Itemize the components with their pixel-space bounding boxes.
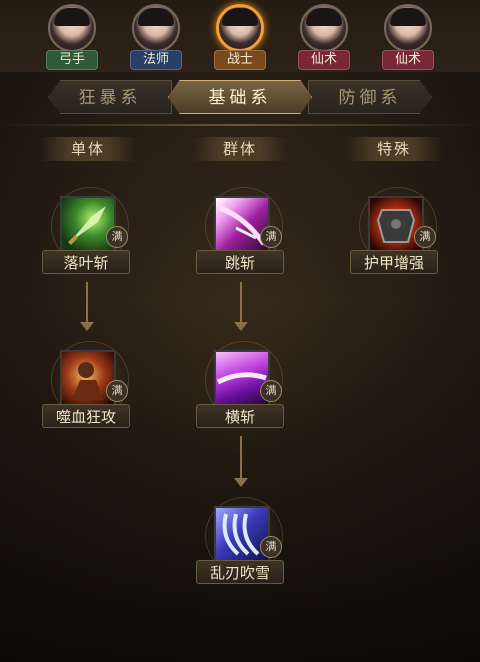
tab-defense[interactable]: 防御系 bbox=[308, 80, 432, 114]
max-level-badge: 满 bbox=[260, 536, 282, 558]
column-header-special: 特殊 bbox=[346, 137, 442, 161]
skill-node[interactable]: 满 跳斩 bbox=[196, 188, 292, 284]
max-level-badge: 满 bbox=[414, 226, 436, 248]
skill-node[interactable]: 满 噬血狂攻 bbox=[42, 342, 138, 438]
tab-berserk[interactable]: 狂暴系 bbox=[48, 80, 172, 114]
skill-node[interactable]: 满 落叶斩 bbox=[42, 188, 138, 284]
connector-arrow bbox=[80, 282, 94, 332]
skill-name: 乱刃吹雪 bbox=[196, 560, 284, 584]
max-level-badge: 满 bbox=[260, 380, 282, 402]
column-header-single: 单体 bbox=[40, 137, 136, 161]
skill-name: 落叶斩 bbox=[42, 250, 130, 274]
class-avatar-warrior[interactable]: 战士 bbox=[212, 4, 268, 74]
class-avatar-archer[interactable]: 弓手 bbox=[44, 4, 100, 74]
skill-node[interactable]: 满 乱刃吹雪 bbox=[196, 498, 292, 594]
class-tag: 法师 bbox=[130, 50, 182, 70]
skill-name: 噬血狂攻 bbox=[42, 404, 130, 428]
max-level-badge: 满 bbox=[260, 226, 282, 248]
class-tag: 仙术 bbox=[298, 50, 350, 70]
class-avatar-immortal-1[interactable]: 仙术 bbox=[296, 4, 352, 74]
skill-name: 护甲增强 bbox=[350, 250, 438, 274]
class-tag: 仙术 bbox=[382, 50, 434, 70]
connector-arrow bbox=[234, 436, 248, 488]
skill-node[interactable]: 满 横斩 bbox=[196, 342, 292, 438]
connector-arrow bbox=[234, 282, 248, 332]
column-header-group: 群体 bbox=[192, 137, 288, 161]
class-avatar-immortal-2[interactable]: 仙术 bbox=[380, 4, 436, 74]
tab-basic[interactable]: 基础系 bbox=[168, 80, 312, 114]
class-selector-bar: 弓手 法师 战士 仙术 仙术 bbox=[0, 0, 480, 72]
divider bbox=[0, 124, 480, 126]
skill-branch-tabs: 狂暴系 防御系 基础系 bbox=[48, 80, 432, 114]
max-level-badge: 满 bbox=[106, 226, 128, 248]
max-level-badge: 满 bbox=[106, 380, 128, 402]
class-tag: 战士 bbox=[214, 50, 266, 70]
class-avatar-mage[interactable]: 法师 bbox=[128, 4, 184, 74]
skill-name: 跳斩 bbox=[196, 250, 284, 274]
class-tag: 弓手 bbox=[46, 50, 98, 70]
skill-name: 横斩 bbox=[196, 404, 284, 428]
skill-node[interactable]: 满 护甲增强 bbox=[350, 188, 446, 284]
